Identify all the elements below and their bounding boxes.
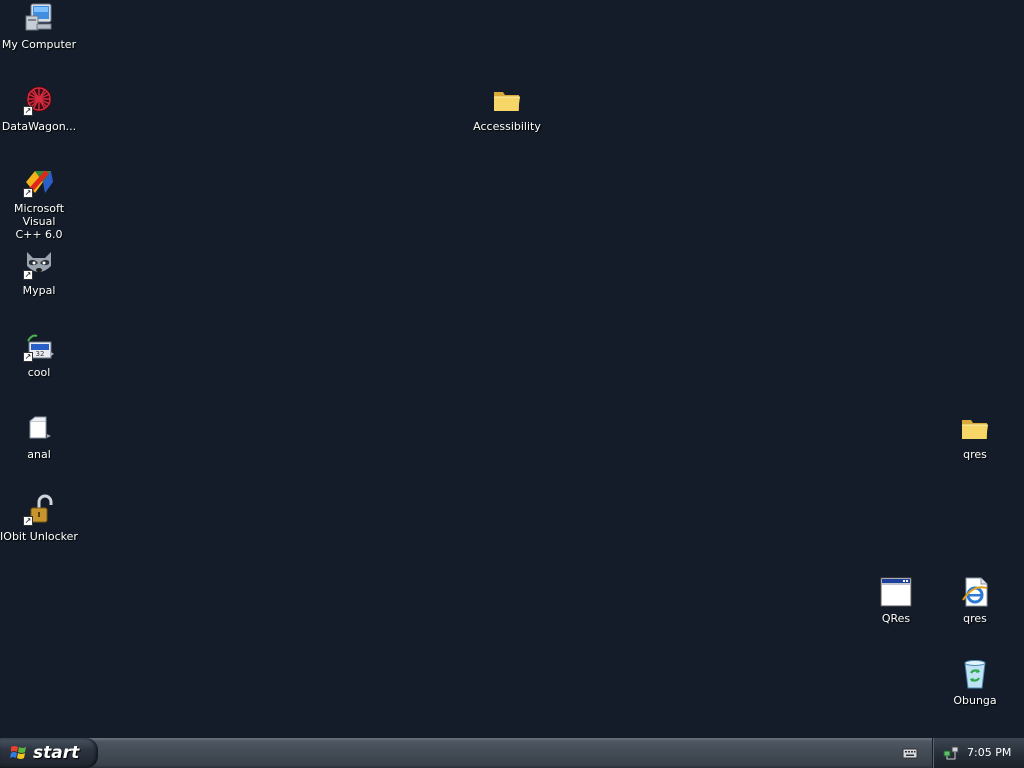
desktop-icon-anal[interactable]: anal xyxy=(0,412,78,488)
desktop-icon-qres-ie[interactable]: qres xyxy=(936,576,1014,652)
desktop-icon-label: Mypal xyxy=(22,284,56,297)
desktop-icon-visual-cpp[interactable]: ↗ Microsoft Visual C++ 6.0 xyxy=(0,166,78,242)
folder-icon xyxy=(491,84,523,116)
desktop-icon-label: qres xyxy=(963,448,987,461)
desktop-icon-qres-folder[interactable]: qres xyxy=(936,412,1014,488)
desktop-icon-iobit-unlocker[interactable]: ↗ IObit Unlocker xyxy=(0,494,78,570)
shortcut-arrow-icon: ↗ xyxy=(23,270,33,280)
datawagon-icon: ↗ xyxy=(23,84,55,116)
desktop-icon-accessibility[interactable]: Accessibility xyxy=(468,84,546,160)
internet-explorer-icon xyxy=(959,576,991,608)
desktop-icon-label: Obunga xyxy=(953,694,997,707)
shortcut-arrow-icon: ↗ xyxy=(23,188,33,198)
visual-cpp-icon: ↗ xyxy=(23,166,55,198)
windows-flag-icon xyxy=(10,746,26,759)
desktop-icon-qres-app[interactable]: QRes xyxy=(857,576,935,652)
desktop-icon-label: My Computer xyxy=(1,38,77,51)
desktop-icon-obunga[interactable]: Obunga xyxy=(936,658,1014,734)
desktop-icon-label: IObit Unlocker xyxy=(0,530,78,543)
start-button[interactable]: start xyxy=(0,738,98,768)
desktop-icon-label: anal xyxy=(27,448,51,461)
my-computer-icon xyxy=(23,2,55,34)
shortcut-arrow-icon: ↗ xyxy=(23,106,33,116)
blank-file-icon xyxy=(23,412,55,444)
desktop-icon-my-computer[interactable]: My Computer xyxy=(0,2,78,78)
desktop-icon-label: qres xyxy=(963,612,987,625)
desktop-icon-label: Microsoft Visual C++ 6.0 xyxy=(13,202,65,241)
desktop-icon-mypal[interactable]: ↗ Mypal xyxy=(0,248,78,324)
keyboard-icon[interactable] xyxy=(902,746,918,760)
desktop-icon-label: DataWagon... xyxy=(1,120,77,133)
svg-text:32: 32 xyxy=(36,350,45,358)
desktop-icon-label: Accessibility xyxy=(473,120,541,133)
start-label: start xyxy=(33,743,80,763)
desktop-icon-label: cool xyxy=(27,366,51,379)
mypal-raccoon-icon: ↗ xyxy=(23,248,55,280)
shortcut-arrow-icon: ↗ xyxy=(23,352,33,362)
taskbar[interactable]: start 7:05 PM xyxy=(0,738,1024,768)
folder-icon xyxy=(959,412,991,444)
shortcut-arrow-icon: ↗ xyxy=(23,516,33,526)
recycle-bin-icon xyxy=(959,658,991,690)
qres-window-icon xyxy=(880,576,912,608)
desktop-icon-cool[interactable]: 32 ↗ cool xyxy=(0,330,78,406)
desktop-icon-datawagon[interactable]: ↗ DataWagon... xyxy=(0,84,78,160)
cool-shortcut-icon: 32 ↗ xyxy=(23,330,55,362)
clock[interactable]: 7:05 PM xyxy=(967,738,1011,768)
iobit-unlocker-icon: ↗ xyxy=(23,494,55,526)
system-tray: 7:05 PM xyxy=(932,738,1024,768)
network-icon[interactable] xyxy=(943,745,959,761)
desktop[interactable]: My Computer ↗ DataWagon... ↗ Microsoft V… xyxy=(0,0,1024,738)
desktop-icon-label: QRes xyxy=(881,612,911,625)
